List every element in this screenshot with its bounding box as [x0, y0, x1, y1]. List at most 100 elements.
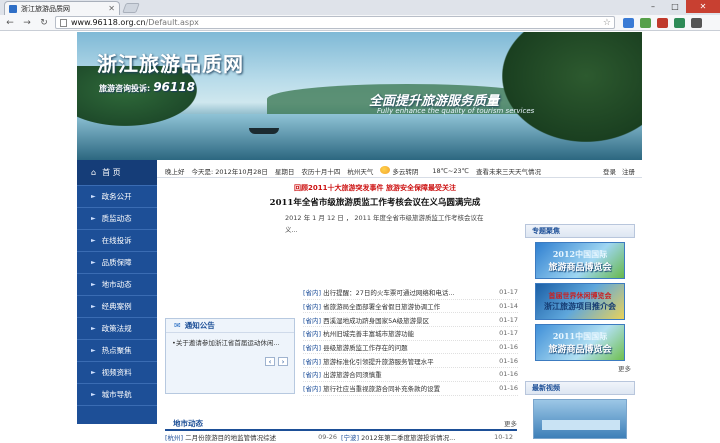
close-tab-icon[interactable]: ✕ [108, 4, 115, 13]
maximize-button[interactable]: □ [664, 0, 686, 13]
favicon-icon [9, 4, 17, 13]
tab-title: 浙江旅游品质网 [21, 4, 70, 13]
local-news-row: [杭州] 二月份旅游目的地监管情况综述 09-26 [宁波] 2012年第二季度旅游投… [165, 431, 517, 443]
arrow-icon: ► [91, 347, 96, 354]
address-bar[interactable]: www.96118.org.cn /Default.aspx ☆ [55, 16, 615, 29]
site-banner: 浙江旅游品质网 旅游咨询投诉: 96118 全面提升旅游服务质量 Fully en… [77, 32, 642, 160]
nav-item-quality[interactable]: ► 品质保障 [77, 252, 157, 274]
promo-banner[interactable]: 首届世界休闲博览会 浙江旅游项目推介会 [535, 283, 625, 320]
news-title: 出游旅游合同须慎重 [323, 371, 382, 380]
nav-home[interactable]: ⌂ 首 页 [77, 160, 157, 186]
list-item[interactable]: [省内] 旅行社应当重视旅游合同补充条款的设置 01-16 [303, 382, 518, 396]
arrow-icon: ► [91, 281, 96, 288]
hotline-label: 旅游咨询投诉: [99, 84, 151, 93]
nav-home-label: 首 页 [102, 168, 121, 177]
temperature: 18℃~23℃ [432, 166, 469, 175]
arrow-icon: ► [91, 237, 96, 244]
arrow-icon: ► [91, 193, 96, 200]
list-item[interactable]: [省内] 县级旅游质监工作存在的问题 01-16 [303, 341, 518, 355]
nav-item-complaint[interactable]: ► 在线投诉 [77, 230, 157, 252]
news-title: 旅游标准化引领提升旅游服务管理水平 [323, 357, 434, 366]
back-icon[interactable]: ← [3, 16, 17, 30]
info-bar: 晚上好 今天是: 2012年10月28日 星期日 农历十月十四 杭州天气 多云转… [157, 164, 642, 178]
notice-item[interactable]: •关于邀请参加浙江省首届运动休闲... [166, 333, 294, 351]
megaphone-icon: ✉ [174, 321, 181, 330]
register-link[interactable]: 注册 [622, 166, 635, 176]
news-title: 省旅游局全面部署全省假日旅游协调工作 [323, 303, 441, 312]
nav-item-city-guide[interactable]: ► 城市导航 [77, 384, 157, 406]
extension-icon-2[interactable] [640, 17, 651, 28]
list-item[interactable]: [省内] 旅游标准化引领提升旅游服务管理水平 01-16 [303, 354, 518, 369]
site-title: 浙江旅游品质网 [97, 52, 244, 76]
reload-icon[interactable]: ↻ [37, 16, 51, 30]
promo-name: 浙江旅游项目推介会 [544, 301, 616, 311]
nav-label: 地市动态 [101, 280, 132, 289]
headline-summary-cont: 义... [285, 226, 298, 234]
notice-title: 通知公告 [184, 321, 215, 330]
nav-item-gov-affairs[interactable]: ► 政务公开 [77, 186, 157, 208]
extension-icons [623, 17, 702, 28]
headline-area: 回顾2011十大旅游突发事件 旅游安全保障最受关注 2011年全省市级旅游质监工… [165, 182, 525, 396]
arrow-icon: ► [91, 215, 96, 222]
forward-icon[interactable]: → [20, 16, 34, 30]
news-tag: [杭州] [165, 434, 184, 442]
login-link[interactable]: 登录 [603, 166, 616, 176]
page-icon [60, 18, 67, 27]
new-tab-button[interactable] [122, 3, 140, 13]
nav-item-hot-topics[interactable]: ► 热点聚焦 [77, 340, 157, 362]
local-news-header: 地市动态 更多 [165, 417, 517, 431]
close-window-button[interactable]: ✕ [686, 0, 720, 13]
headline-red-link[interactable]: 回顾2011十大旅游突发事件 旅游安全保障最受关注 [165, 182, 525, 194]
forecast-link[interactable]: 查看未来三天天气情况 [476, 166, 541, 176]
minimize-button[interactable]: – [642, 0, 664, 13]
bookmark-star-icon[interactable]: ☆ [603, 18, 611, 28]
arrow-icon: ► [91, 325, 96, 332]
news-date: 01-17 [499, 329, 518, 338]
news-title: 二月份旅游目的地监管情况综述 [185, 434, 277, 442]
browser-tab[interactable]: 浙江旅游品质网 ✕ [4, 1, 120, 15]
list-item[interactable]: [省内] 出行提醒：27日的火车票可通过网络和电话... 01-17 [303, 286, 518, 300]
news-tag: [省内] [303, 371, 322, 380]
menu-icon[interactable] [691, 17, 702, 28]
list-item[interactable]: [宁波] 2012年第二季度旅游投诉情况... 10-12 [341, 432, 517, 442]
extension-icon-3[interactable] [657, 17, 668, 28]
promo-banner[interactable]: 2011中国国际 旅游商品博览会 [535, 324, 625, 361]
video-thumbnail[interactable] [533, 399, 627, 439]
headline-main-link[interactable]: 2011年全省市级旅游质监工作考核会议在义乌圆满完成 [165, 194, 525, 212]
news-tag: [省内] [303, 289, 322, 298]
nav-item-videos[interactable]: ► 视频资料 [77, 362, 157, 384]
notice-box: ✉ 通知公告 •关于邀请参加浙江省首届运动休闲... ‹ › [165, 318, 295, 394]
promo-banner[interactable]: 2012中国国际 旅游商品博览会 [535, 242, 625, 279]
notice-header: ✉ 通知公告 [166, 319, 294, 333]
news-date: 01-16 [499, 343, 518, 352]
more-link[interactable]: 更多 [525, 363, 635, 373]
news-title: 旅行社应当重视旅游合同补充条款的设置 [323, 385, 441, 394]
site-slogan-en: Fully enhance the quality of tourism ser… [377, 107, 535, 115]
list-item[interactable]: [省内] 省旅游局全面部署全省假日旅游协调工作 01-14 [303, 300, 518, 314]
news-title: 2012年第二季度旅游投诉情况... [361, 434, 456, 442]
list-item[interactable]: [省内] 出游旅游合同须慎重 01-16 [303, 368, 518, 382]
news-date: 01-17 [499, 288, 518, 297]
more-link[interactable]: 更多 [504, 418, 517, 428]
nav-label: 政策法规 [101, 324, 132, 333]
list-item[interactable]: [省内] 西溪湿地成功跻身国家5A级旅游景区 01-17 [303, 313, 518, 328]
list-item[interactable]: [省内] 杭州旧城完善丰富城市旅游功能 01-17 [303, 327, 518, 341]
next-button[interactable]: › [278, 357, 288, 366]
nav-item-policy[interactable]: ► 政策法规 [77, 318, 157, 340]
prev-button[interactable]: ‹ [265, 357, 275, 366]
news-title: 县级旅游质监工作存在的问题 [323, 344, 408, 353]
extension-icon-1[interactable] [623, 17, 634, 28]
extension-icon-4[interactable] [674, 17, 685, 28]
nav-item-local-news[interactable]: ► 地市动态 [77, 274, 157, 296]
url-path: /Default.aspx [145, 18, 199, 27]
promo-year: 首届世界休闲博览会 [548, 291, 612, 300]
news-date: 01-16 [499, 356, 518, 365]
nav-item-cases[interactable]: ► 经典案例 [77, 296, 157, 318]
weekday: 星期日 [274, 167, 295, 176]
weather: 多云转阴 [380, 165, 425, 176]
right-column: 专题聚焦 2012中国国际 旅游商品博览会 首届世界休闲博览会 浙江旅游项目推介… [525, 224, 635, 439]
list-item[interactable]: [杭州] 二月份旅游目的地监管情况综述 09-26 [165, 432, 341, 442]
browser-tabbar: 浙江旅游品质网 ✕ – □ ✕ [0, 0, 720, 15]
nav-item-supervision[interactable]: ► 质监动态 [77, 208, 157, 230]
news-tag: [省内] [303, 330, 322, 339]
